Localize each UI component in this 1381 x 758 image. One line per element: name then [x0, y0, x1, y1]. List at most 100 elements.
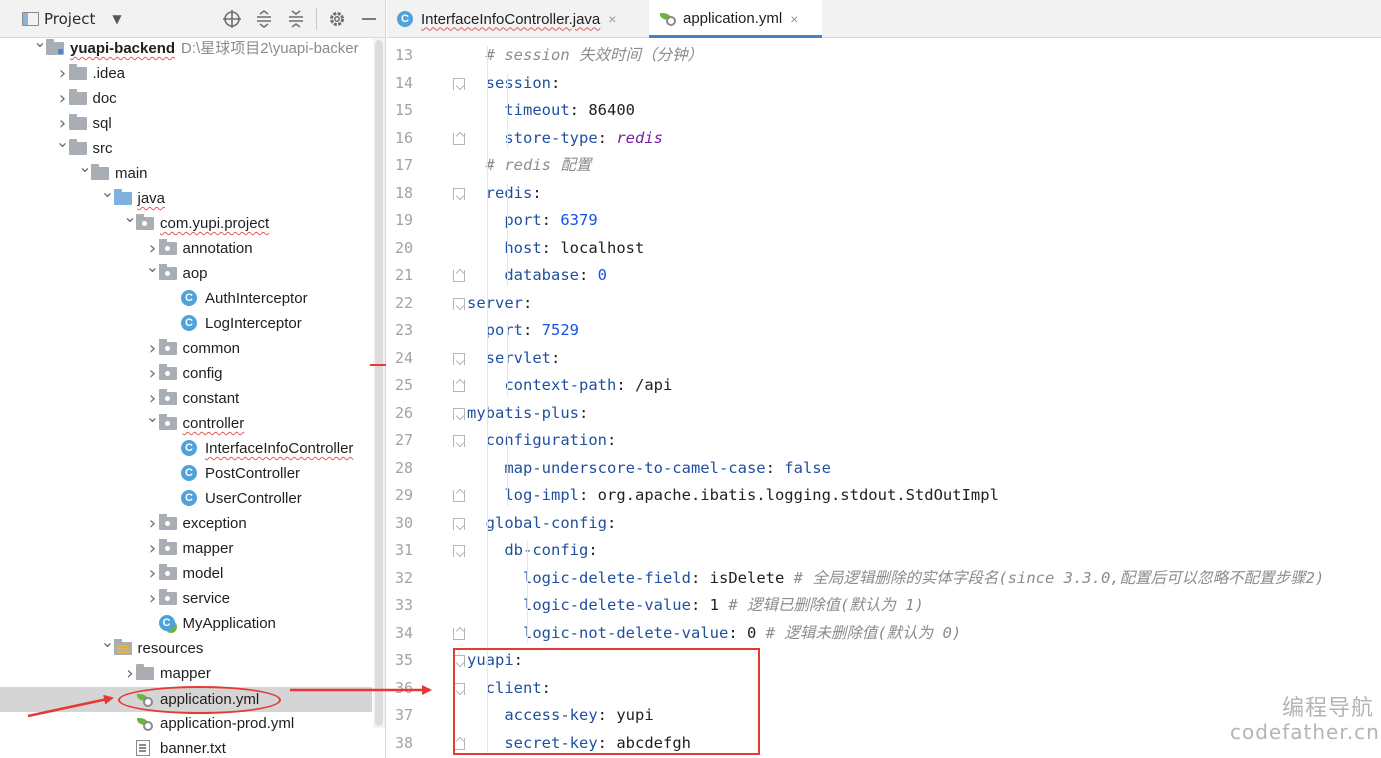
chevron-down-icon[interactable]: ⌄ — [146, 404, 160, 429]
chevron-down-icon[interactable]: ▼ — [108, 0, 126, 38]
tree-item[interactable]: ⌄ main — [0, 157, 372, 186]
fold-start-icon[interactable] — [453, 407, 465, 420]
line-number: 29 — [394, 486, 413, 504]
code-line: mybatis-plus: — [467, 403, 589, 422]
chevron-down-icon[interactable]: ⌄ — [33, 29, 47, 54]
package-icon — [136, 214, 154, 231]
tree-item[interactable]: C LogInterceptor — [0, 311, 372, 336]
expand-all-icon[interactable] — [253, 0, 275, 38]
tree-item[interactable]: C AuthInterceptor — [0, 286, 372, 311]
module-path: D:\星球项目2\yuapi-backer — [181, 40, 359, 57]
tab-application-yml[interactable]: application.yml × — [649, 0, 822, 38]
tree-item[interactable]: › common — [0, 336, 372, 361]
chevron-right-icon[interactable]: › — [146, 586, 160, 611]
fold-start-icon[interactable] — [453, 77, 465, 90]
fold-end-icon[interactable] — [453, 380, 465, 392]
chevron-right-icon[interactable]: › — [146, 536, 160, 561]
fold-end-icon[interactable] — [453, 132, 465, 145]
chevron-right-icon[interactable]: › — [146, 511, 160, 536]
chevron-right-icon[interactable]: › — [146, 561, 160, 586]
close-icon[interactable]: × — [608, 11, 616, 27]
chevron-right-icon[interactable]: › — [146, 336, 160, 361]
scrollbar-thumb[interactable] — [375, 40, 383, 726]
line-number: 23 — [394, 321, 413, 339]
tree-item[interactable]: banner.txt — [0, 736, 372, 758]
tree-item-label: application-prod.yml — [160, 715, 295, 732]
project-view-title[interactable]: Project — [44, 0, 95, 38]
gear-icon[interactable] — [326, 0, 348, 38]
close-icon[interactable]: × — [790, 11, 798, 27]
code-line: session: — [485, 73, 561, 92]
tree-item[interactable]: ⌄ java — [0, 182, 372, 211]
class-icon: C — [181, 315, 199, 331]
tree-item[interactable]: › config — [0, 361, 372, 386]
code-line: map-underscore-to-camel-case: false — [504, 458, 831, 477]
tree-item[interactable]: › model — [0, 561, 372, 586]
tree-scrollbar[interactable] — [373, 38, 385, 728]
scroll-marker — [370, 364, 386, 366]
chevron-right-icon[interactable]: › — [56, 86, 70, 111]
tree-item-label: service — [182, 590, 231, 607]
indent-guide — [507, 183, 508, 286]
tree-item-label: UserController — [205, 490, 302, 507]
code-line: port: 7529 — [485, 321, 579, 339]
select-opened-file-icon[interactable] — [221, 0, 243, 38]
tree-item[interactable]: C UserController — [0, 486, 372, 511]
tree-item[interactable]: › mapper — [0, 536, 372, 561]
package-icon — [158, 364, 177, 381]
fold-start-icon[interactable] — [453, 352, 465, 365]
tree-item[interactable]: ⌄ resources — [0, 632, 372, 661]
fold-start-icon[interactable] — [453, 517, 465, 530]
chevron-down-icon[interactable]: ⌄ — [146, 254, 160, 279]
tree-item[interactable]: C PostController — [0, 461, 372, 486]
tree-item-label: annotation — [182, 240, 253, 257]
tree-item[interactable]: ⌄ yuapi-backend D:\星球项目2\yuapi-backer — [0, 32, 372, 61]
fold-start-icon[interactable] — [453, 187, 465, 200]
tree-item[interactable]: ⌄ controller — [0, 407, 372, 436]
tree-item[interactable]: › annotation — [0, 236, 372, 261]
tree-item[interactable]: › service — [0, 586, 372, 611]
chevron-down-icon[interactable]: ⌄ — [101, 179, 115, 204]
package-icon — [158, 514, 177, 531]
chevron-down-icon[interactable]: ⌄ — [78, 154, 92, 179]
chevron-down-icon[interactable]: ⌄ — [56, 129, 70, 154]
chevron-right-icon[interactable]: › — [146, 361, 160, 386]
package-icon — [158, 389, 177, 406]
package-icon — [158, 264, 177, 281]
tree-item[interactable]: › constant — [0, 386, 372, 411]
tree-item-label: yuapi-backend D:\星球项目2\yuapi-backer — [70, 40, 359, 57]
line-number: 25 — [394, 376, 413, 394]
class-icon: C — [181, 290, 199, 306]
hide-panel-icon[interactable] — [358, 0, 380, 38]
folder-icon — [68, 114, 87, 131]
fold-end-icon[interactable] — [453, 490, 465, 502]
fold-end-icon[interactable] — [453, 627, 465, 640]
tree-item[interactable]: C MyApplication — [0, 611, 372, 636]
fold-end-icon[interactable] — [453, 270, 465, 282]
tree-item[interactable]: › mapper — [0, 661, 372, 686]
editor-area: C InterfaceInfoController.java × applica… — [387, 0, 1381, 758]
chevron-down-icon[interactable]: ⌄ — [123, 204, 137, 229]
collapse-all-icon[interactable] — [285, 0, 307, 38]
tree-item[interactable]: › .idea — [0, 61, 372, 86]
tree-item[interactable]: › doc — [0, 86, 372, 111]
chevron-right-icon[interactable]: › — [123, 661, 137, 686]
tree-item[interactable]: ⌄ src — [0, 132, 372, 161]
tree-item[interactable]: C InterfaceInfoController — [0, 436, 372, 461]
folder-icon — [68, 64, 87, 81]
tree-item[interactable]: application-prod.yml — [0, 711, 372, 736]
spring-app-icon: C — [158, 615, 177, 631]
project-tool-window: Project ▼ ⌄ yuapi-backend D:\星球项目2\yuapi-b… — [0, 0, 386, 758]
tree-item[interactable]: ⌄ com.yupi.project — [0, 207, 372, 236]
chevron-down-icon[interactable]: ⌄ — [101, 629, 115, 654]
tree-item[interactable]: › exception — [0, 511, 372, 536]
class-icon: C — [181, 440, 199, 456]
annotation-ellipse — [118, 686, 281, 714]
chevron-right-icon[interactable]: › — [56, 61, 70, 86]
fold-start-icon[interactable] — [453, 297, 465, 310]
code-line: # redis 配置 — [485, 156, 592, 174]
fold-start-icon[interactable] — [453, 545, 465, 557]
fold-start-icon[interactable] — [453, 435, 465, 447]
tree-item[interactable]: ⌄ aop — [0, 257, 372, 286]
tab-interfaceinfocontroller[interactable]: C InterfaceInfoController.java × — [397, 0, 647, 38]
